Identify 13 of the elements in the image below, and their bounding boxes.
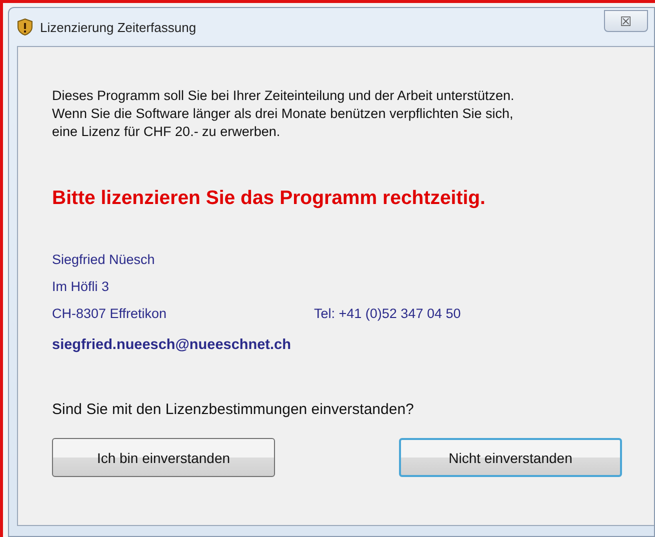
question-text: Sind Sie mit den Lizenzbestimmungen einverstanden? (52, 401, 415, 418)
contact-city: CH-8307 Effretikon (52, 306, 168, 323)
contact-email: siegfried.nueesch@nueeschnet.ch (52, 337, 292, 353)
close-button[interactable]: ☒ (604, 10, 648, 32)
dialog-button[interactable]: Nicht einverstanden (399, 438, 622, 477)
dialog-button[interactable]: Ich bin einverstanden (52, 438, 275, 477)
contact-name: Siegfried Nüesch (52, 252, 156, 269)
shield-warning-icon (17, 18, 33, 36)
warning-text: Bitte lizenzieren Sie das Programm rechtzeitig. (52, 187, 486, 210)
contact-phone: Tel: +41 (0)52 347 04 50 (314, 306, 461, 323)
window-title: Lizenzierung Zeiterfassung (40, 20, 196, 34)
intro-text: Dieses Programm soll Sie bei Ihrer Zeiteinteilung und der Arbeit unterstützen. Wenn Sie die Software länger als drei Monate benützen verpflichten Sie sich, eine Lizenz für CHF 20.- zu erwerben. (52, 87, 516, 141)
contact-street: Im Höfli 3 (52, 279, 110, 296)
